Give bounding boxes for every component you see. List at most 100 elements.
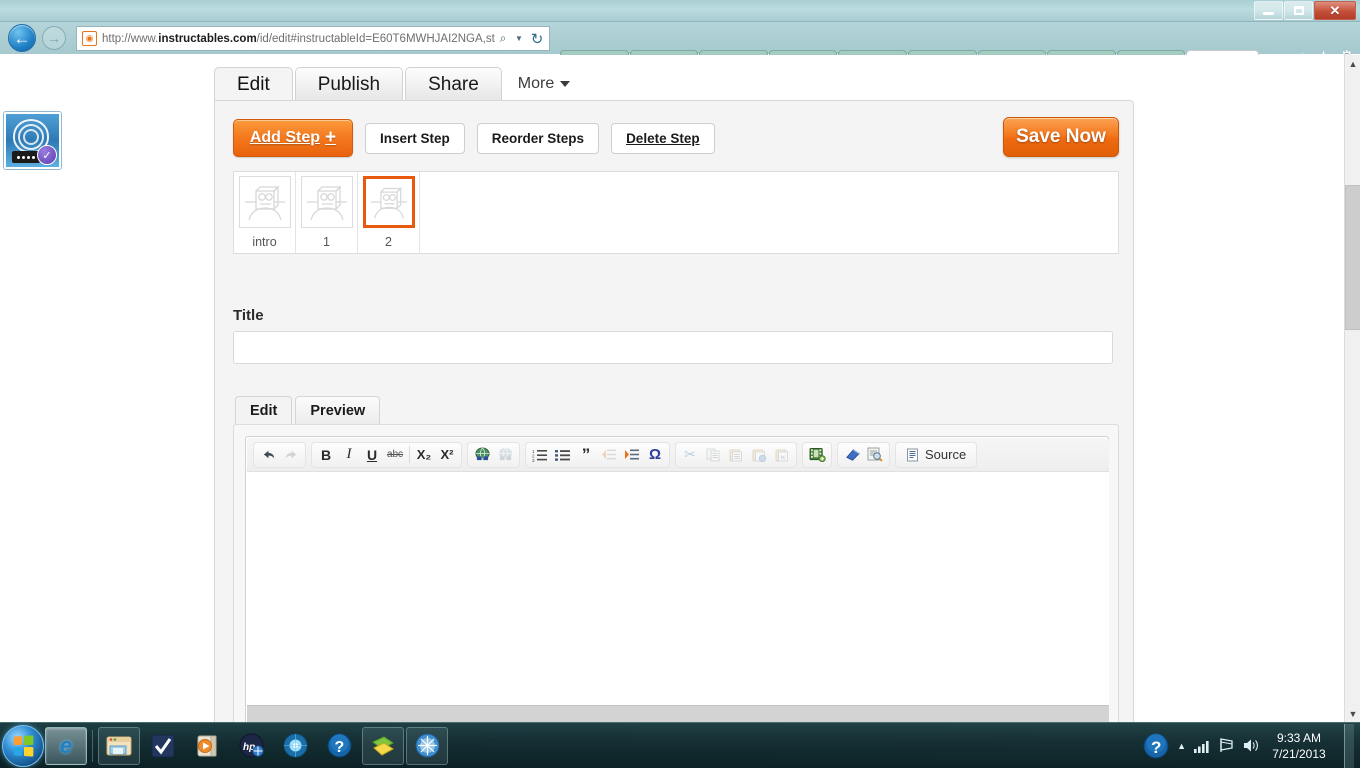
paste-icon[interactable] [725,444,747,466]
numbered-list-icon[interactable]: 1 2 3 [529,444,551,466]
unlink-icon[interactable] [494,444,516,466]
volume-speaker-icon[interactable] [1243,738,1260,753]
insert-video-icon[interactable] [806,444,828,466]
internet-explorer-icon: e [59,732,73,758]
toolbar-group-tools [837,441,890,468]
action-center-flag-icon[interactable] [1219,738,1235,753]
step-label: 2 [385,235,392,249]
tab-share[interactable]: Share [405,67,502,101]
source-button[interactable]: Source [899,444,973,466]
clock-date: 7/21/2013 [1272,746,1326,761]
bulleted-list-icon[interactable] [552,444,574,466]
taskbar-item-hp-support[interactable]: hp [230,727,272,765]
chevron-down-icon[interactable]: ▼ [511,34,527,43]
superscript-icon[interactable]: X² [436,444,458,466]
address-bar[interactable]: ◉ http://www.instructables.com/id/edit#i… [76,26,550,51]
blockquote-icon[interactable]: ” [575,444,597,466]
outdent-icon[interactable] [598,444,620,466]
taskbar-item-internet-explorer[interactable]: e [45,726,87,765]
subscript-icon[interactable]: X₂ [413,444,435,466]
restore-button[interactable] [1284,1,1313,20]
step-cell-intro[interactable]: intro [234,172,296,253]
toolbar-group-basic-styles: B I U abc X₂ X² [311,441,462,468]
taskbar-item-blue-orb-app[interactable] [274,727,316,765]
taskbar-item-help-app[interactable]: ? [318,727,360,765]
clock-time: 9:33 AM [1276,730,1322,745]
step-thumbnail[interactable] [300,176,353,228]
delete-step-button[interactable]: Delete Step [611,122,715,154]
redo-icon[interactable] [280,444,302,466]
undo-icon[interactable] [257,444,279,466]
minimize-button[interactable] [1254,1,1283,20]
toolbar-group-insert [802,441,832,468]
url-path: /id/edit#instructableId=E60T6MWHJAI2NGA,… [256,32,495,45]
taskbar-item-file-explorer[interactable] [98,726,140,765]
robot-placeholder-icon [370,186,407,219]
tab-edit[interactable]: Edit [214,67,293,101]
underline-icon[interactable]: U [361,444,383,466]
show-hidden-icons-icon[interactable]: ▲ [1177,741,1186,751]
media-player-icon [197,735,217,756]
sub-tab-edit[interactable]: Edit [235,396,293,424]
network-signal-icon[interactable] [1194,739,1211,753]
link-icon[interactable] [471,444,493,466]
rich-text-body[interactable] [247,472,1109,705]
cut-icon[interactable]: ✂ [679,444,701,466]
taskbar-item-sticky-notes[interactable] [362,726,404,765]
special-character-icon[interactable]: Ω [644,444,666,466]
blue-orb-icon [283,733,307,758]
remove-format-eraser-icon[interactable] [841,444,863,466]
paste-as-text-icon[interactable] [748,444,770,466]
toolbar-group-source: Source [895,441,978,468]
window-titlebar: ✕ [0,0,1360,22]
step-cell-2[interactable]: 2 [358,172,420,253]
forward-icon[interactable]: → [42,26,66,50]
add-step-button[interactable]: Add Step + [233,119,353,157]
scroll-down-arrow-icon[interactable]: ▼ [1345,705,1360,722]
start-button[interactable] [2,724,44,767]
indent-icon[interactable] [621,444,643,466]
password-manager-fingerprint-gadget[interactable]: ✓ [4,112,61,169]
step-cell-1[interactable]: 1 [296,172,358,253]
scroll-up-arrow-icon[interactable]: ▲ [1345,55,1360,72]
step-thumbnail[interactable] [238,176,291,228]
more-label: More [517,75,555,92]
taskbar-item-media-player[interactable] [186,727,228,765]
tab-more[interactable]: More [504,67,580,101]
taskbar-item-check-app[interactable] [142,727,184,765]
back-icon[interactable]: ← [8,24,36,52]
editor-status-bar [247,705,1109,722]
italic-icon[interactable]: I [338,444,360,466]
find-replace-icon[interactable] [864,444,886,466]
copy-icon[interactable] [702,444,724,466]
refresh-icon[interactable]: ↻ [527,30,547,48]
robot-placeholder-icon [244,185,285,221]
paste-from-word-icon[interactable]: W [771,444,793,466]
browser-window: ✕ ← → ◉ http://www.instructables.com/id/… [0,0,1360,722]
taskbar-item-network-app[interactable] [406,726,448,765]
save-now-button[interactable]: Save Now [1003,117,1119,157]
tab-publish[interactable]: Publish [294,67,404,101]
strikethrough-icon[interactable]: abc [384,444,406,466]
taskbar-clock[interactable]: 9:33 AM 7/21/2013 [1268,730,1330,762]
robot-placeholder-icon [306,185,347,221]
scrollbar-thumb[interactable] [1345,185,1360,330]
page-scrollbar[interactable]: ▲ ▼ [1344,55,1360,722]
editor-tab-bar: Edit Publish Share More [214,67,580,101]
source-document-icon [907,448,918,461]
plus-icon: + [325,127,337,148]
reorder-steps-button[interactable]: Reorder Steps [476,122,600,154]
bold-icon[interactable]: B [315,444,337,466]
svg-text:3: 3 [532,458,535,462]
step-thumbnail-selected[interactable] [362,176,415,228]
title-input[interactable] [233,331,1113,364]
editor-panel: Add Step + Insert Step Reorder Steps Del… [214,100,1134,722]
show-desktop-button[interactable] [1344,723,1354,768]
page-content: Edit Publish Share More Add Step + Inser… [84,55,1328,722]
insert-step-button[interactable]: Insert Step [365,122,465,154]
help-question-icon: ? [327,733,351,758]
tray-help-icon[interactable]: ? [1143,733,1169,759]
close-button[interactable]: ✕ [1314,1,1356,20]
sub-tab-preview[interactable]: Preview [295,396,381,424]
search-icon[interactable]: ⌕ [495,31,511,46]
